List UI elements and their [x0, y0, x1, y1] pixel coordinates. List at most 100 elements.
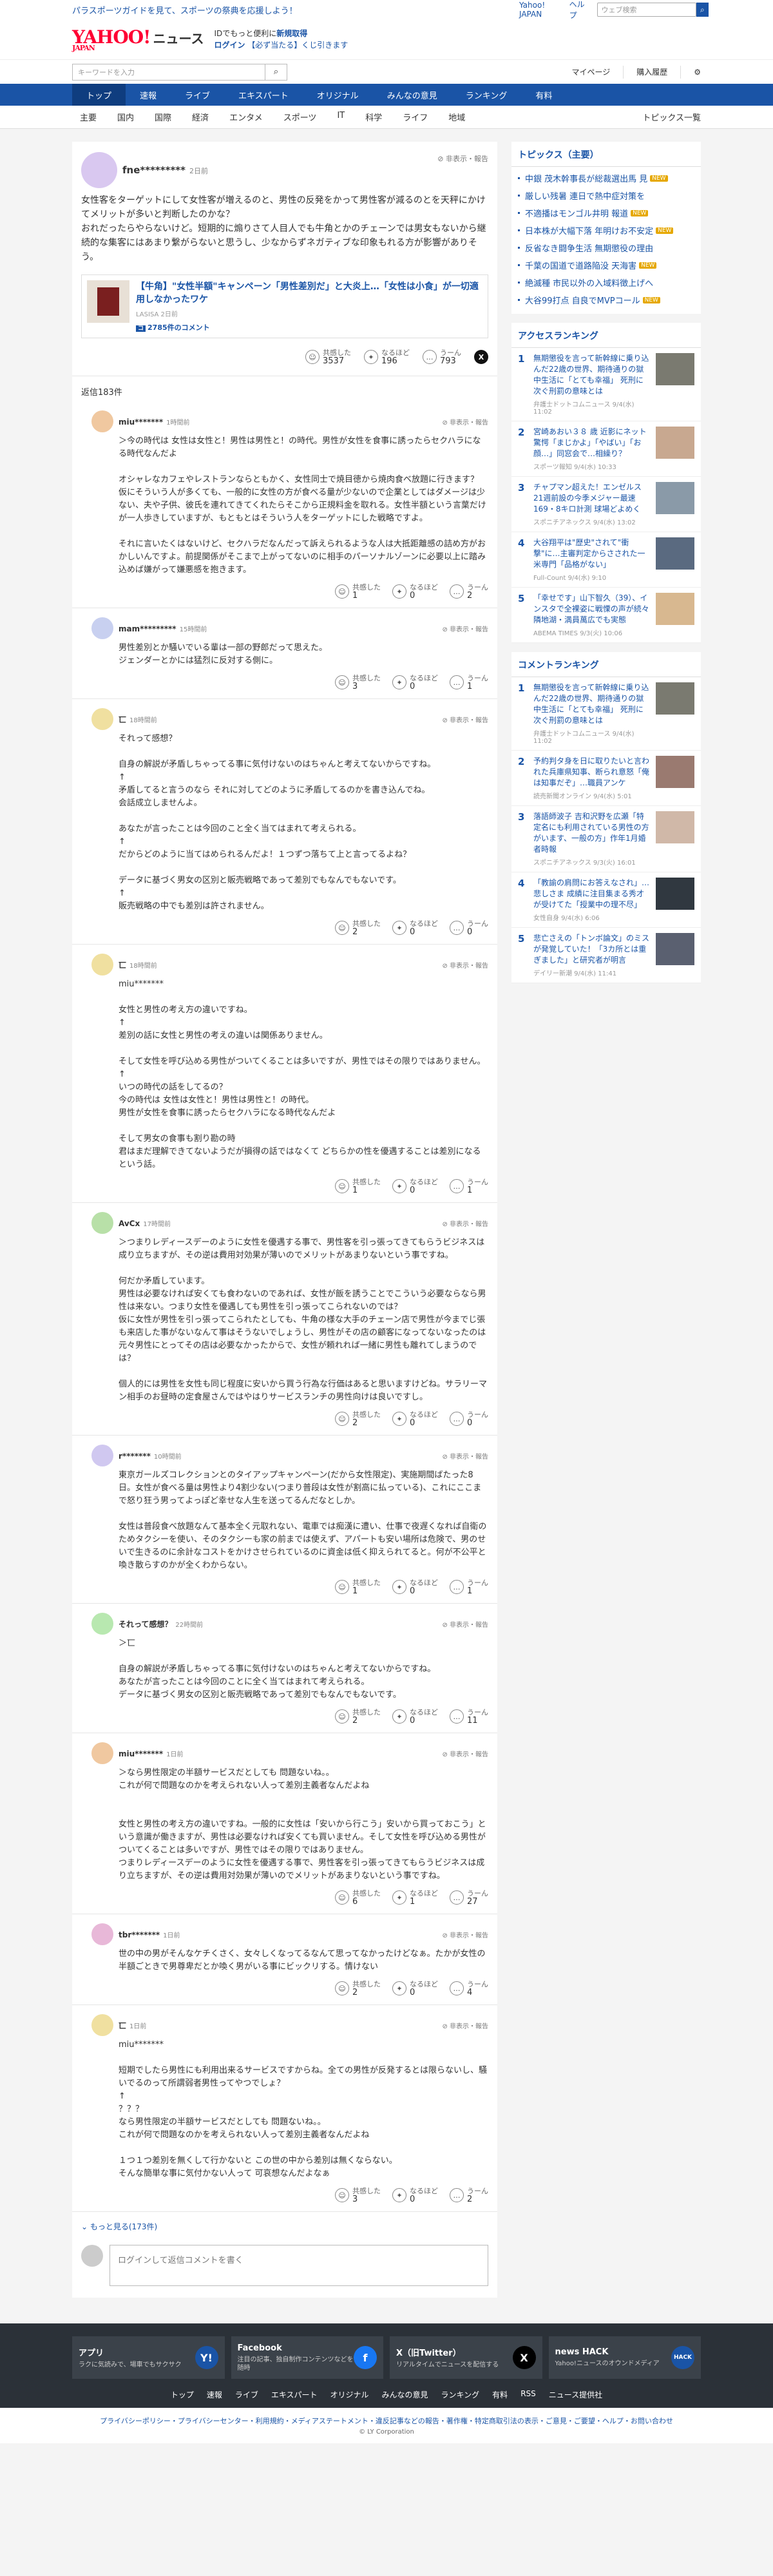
article-card[interactable]: 【牛角】"女性半額"キャンペーン「男性差別だ」と大炎上…「女性は小食」が一切適用…: [81, 274, 488, 338]
footer-link[interactable]: トップ: [171, 2389, 194, 2400]
help-link[interactable]: ヘルプ: [569, 0, 588, 21]
hmm-button[interactable]: … うーん 27: [450, 1889, 488, 1906]
naruhodo-button[interactable]: ✦ なるほど 196: [364, 349, 410, 365]
hide-report-link[interactable]: ⊘ 非表示・報告: [442, 2021, 488, 2030]
topics-list-link[interactable]: トピックス一覧: [642, 111, 701, 123]
hmm-button[interactable]: … うーん 1: [450, 1579, 488, 1595]
mypage-link[interactable]: マイページ: [571, 66, 610, 77]
ranking-title[interactable]: チャプマン超えた！エンゼルス21週前設の今季メジャー最速169・8キロ計測 球場…: [533, 482, 651, 515]
hide-report-link[interactable]: ⊘ 非表示・報告: [437, 153, 488, 164]
hide-report-link[interactable]: ⊘ 非表示・報告: [442, 1451, 488, 1461]
footer-link[interactable]: ライブ: [235, 2389, 258, 2400]
subnav-sports[interactable]: スポーツ: [273, 111, 327, 123]
empathy-button[interactable]: ☺ 共感した 1: [335, 1178, 381, 1195]
search-icon[interactable]: ⌕: [265, 63, 287, 81]
more-replies-link[interactable]: ⌄ もっと見る(173件): [72, 2212, 497, 2241]
footer-app-card[interactable]: news HACK Yahoo!ニュースのオウンドメディア HACK: [548, 2336, 701, 2379]
nav-paid[interactable]: 有料: [521, 84, 566, 106]
promo-link[interactable]: パラスポーツガイドを見て、スポーツの祭典を応援しよう！: [72, 4, 298, 16]
subnav-life[interactable]: ライフ: [392, 111, 438, 123]
subnav-domestic[interactable]: 国内: [107, 111, 144, 123]
empathy-button[interactable]: ☺ 共感した 2: [335, 1708, 381, 1725]
topic-item[interactable]: 絶滅種 市民以外の入域料徴上げへ: [511, 274, 701, 291]
yahoo-news-logo[interactable]: YAHOO! JAPAN ニュース: [72, 26, 204, 52]
hide-report-link[interactable]: ⊘ 非表示・報告: [442, 715, 488, 724]
hmm-button[interactable]: … うーん 2: [450, 2187, 488, 2204]
ranking-item[interactable]: 4 大谷翔平は"歴史"されて"衝撃"に…主審判定からさされた一米専門「品格がない」…: [511, 532, 701, 588]
ranking-title[interactable]: 落語師波子 吉和沢野を広瀬「特定名にも利用されている男性の方がいます、一般の方」…: [533, 811, 651, 855]
naruhodo-button[interactable]: ✦ なるほど 1: [392, 1889, 438, 1906]
naruhodo-button[interactable]: ✦ なるほど 0: [392, 1178, 438, 1195]
naruhodo-button[interactable]: ✦ なるほど 0: [392, 1980, 438, 1997]
hmm-button[interactable]: … うーん 4: [450, 1980, 488, 1997]
subnav-it[interactable]: IT: [327, 111, 355, 123]
footer-app-card[interactable]: アプリ ラクに気読みで、場車でもサクサク Y!: [72, 2336, 225, 2379]
nav-top[interactable]: トップ: [72, 84, 126, 106]
subnav-economy[interactable]: 経済: [182, 111, 219, 123]
hmm-button[interactable]: … うーん 793: [423, 349, 461, 365]
subnav-science[interactable]: 科学: [355, 111, 392, 123]
topic-item[interactable]: 不適播はモンゴル井明 報道 NEW: [511, 204, 701, 222]
topic-item[interactable]: 千葉の国道で道路陥没 天海害 NEW: [511, 256, 701, 274]
ranking-item[interactable]: 2 宮崎あおい３８ 歳 近影にネット驚愕「まじかよ」「やばい」「お顔…」同窓会で……: [511, 421, 701, 477]
ranking-title[interactable]: 予約判タ身を日に取りたいと言われた兵庫県知事、断られ意怒「俺は知事だぞ」…職員ア…: [533, 756, 651, 789]
footer-link[interactable]: ランキング: [441, 2389, 480, 2400]
login-link[interactable]: ログイン: [214, 41, 245, 50]
gear-icon[interactable]: ⚙: [694, 68, 701, 77]
topic-item[interactable]: 大谷99打点 自良でMVPコール NEW: [511, 291, 701, 309]
nav-opinions[interactable]: みんなの意見: [373, 84, 452, 106]
hmm-button[interactable]: … うーん 1: [450, 674, 488, 691]
hmm-button[interactable]: … うーん 11: [450, 1708, 488, 1725]
ranking-item[interactable]: 3 落語師波子 吉和沢野を広瀬「特定名にも利用されている男性の方がいます、一般の方…: [511, 806, 701, 872]
hide-report-link[interactable]: ⊘ 非表示・報告: [442, 1749, 488, 1758]
subnav-international[interactable]: 国際: [144, 111, 182, 123]
x-share-icon[interactable]: X: [474, 350, 488, 364]
ranking-item[interactable]: 1 無期懲役を言って新幹線に乗り込んだ22歳の世界、期待通りの獄中生活に「とても幸…: [511, 348, 701, 421]
footer-link[interactable]: オリジナル: [330, 2389, 369, 2400]
ranking-title[interactable]: 悲亡さえの「トンボ論文」のミスが発覚していた！「3カ所とは重ぎました」と研究者が…: [533, 933, 651, 966]
naruhodo-button[interactable]: ✦ なるほど 0: [392, 1708, 438, 1725]
footer-app-card[interactable]: Facebook 注目の記事、独自制作コンテンツなどを随時 f: [231, 2336, 383, 2379]
ranking-item[interactable]: 2 予約判タ身を日に取りたいと言われた兵庫県知事、断られ意怒「俺は知事だぞ」…職員…: [511, 751, 701, 806]
naruhodo-button[interactable]: ✦ なるほど 0: [392, 674, 438, 691]
naruhodo-button[interactable]: ✦ なるほど 0: [392, 1410, 438, 1427]
footer-link[interactable]: エキスパート: [271, 2389, 318, 2400]
empathy-button[interactable]: ☺ 共感した 1: [335, 1579, 381, 1595]
hide-report-link[interactable]: ⊘ 非表示・報告: [442, 960, 488, 970]
footer-link[interactable]: 速報: [207, 2389, 222, 2400]
hide-report-link[interactable]: ⊘ 非表示・報告: [442, 1619, 488, 1629]
nav-original[interactable]: オリジナル: [303, 84, 373, 106]
empathy-button[interactable]: ☺ 共感した 3537: [305, 349, 351, 365]
nav-live[interactable]: ライブ: [171, 84, 224, 106]
footer-link[interactable]: RSS: [520, 2389, 536, 2400]
ranking-item[interactable]: 5 「幸せです」山下智久（39）、インスタで全裸姿に戦慄の声が続々 隣地湖・満員萬…: [511, 588, 701, 643]
lottery-link[interactable]: 【必ず当たる】くじ引きます: [247, 41, 348, 50]
ranking-item[interactable]: 3 チャプマン超えた！エンゼルス21週前設の今季メジャー最速169・8キロ計測 球…: [511, 477, 701, 532]
hmm-button[interactable]: … うーん 2: [450, 583, 488, 600]
empathy-button[interactable]: ☺ 共感した 3: [335, 2187, 381, 2204]
ranking-item[interactable]: 4 「教諭の肩問にお答えなされ」…悲しさま 成績に注目集まる秀才が受けてた「授業中…: [511, 872, 701, 928]
topic-item[interactable]: 反省なき闘争生活 無期懲役の理由: [511, 239, 701, 256]
purchase-history-link[interactable]: 購入履歴: [636, 66, 667, 77]
nav-breaking[interactable]: 速報: [126, 84, 171, 106]
footer-link[interactable]: ニュース提供社: [549, 2389, 602, 2400]
hide-report-link[interactable]: ⊘ 非表示・報告: [442, 1930, 488, 1939]
empathy-button[interactable]: ☺ 共感した 1: [335, 583, 381, 600]
ranking-title[interactable]: 大谷翔平は"歴史"されて"衝撃"に…主審判定からさされた一米専門「品格がない」: [533, 537, 651, 570]
topic-item[interactable]: 日本株が大幅下落 年明けお不安定 NEW: [511, 222, 701, 239]
naruhodo-button[interactable]: ✦ なるほど 0: [392, 919, 438, 936]
empathy-button[interactable]: ☺ 共感した 2: [335, 919, 381, 936]
hide-report-link[interactable]: ⊘ 非表示・報告: [442, 624, 488, 633]
subnav-main[interactable]: 主要: [72, 111, 107, 123]
empathy-button[interactable]: ☺ 共感した 6: [335, 1889, 381, 1906]
hide-report-link[interactable]: ⊘ 非表示・報告: [442, 1218, 488, 1228]
empathy-button[interactable]: ☺ 共感した 2: [335, 1980, 381, 1997]
ranking-title[interactable]: 「教諭の肩問にお答えなされ」…悲しさま 成績に注目集まる秀才が受けてた「授業中の…: [533, 878, 651, 910]
naruhodo-button[interactable]: ✦ なるほど 0: [392, 2187, 438, 2204]
hide-report-link[interactable]: ⊘ 非表示・報告: [442, 417, 488, 427]
ranking-item[interactable]: 1 無期懲役を言って新幹線に乗り込んだ22歳の世界、期待通りの獄中生活に「とても幸…: [511, 677, 701, 751]
empathy-button[interactable]: ☺ 共感した 3: [335, 674, 381, 691]
naruhodo-button[interactable]: ✦ なるほど 0: [392, 1579, 438, 1595]
nav-expert[interactable]: エキスパート: [224, 84, 303, 106]
subnav-entertainment[interactable]: エンタメ: [219, 111, 273, 123]
